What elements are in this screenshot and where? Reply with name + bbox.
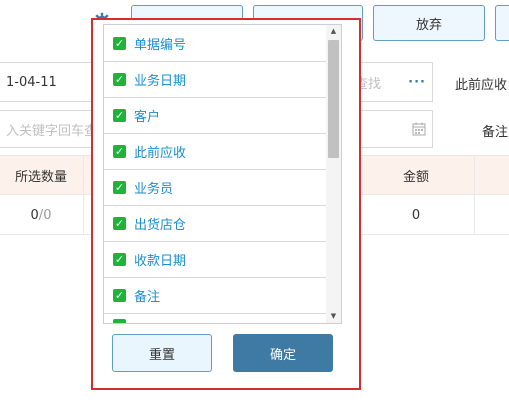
calendar-icon[interactable] [412,122,426,136]
scroll-up-arrow-icon[interactable]: ▲ [326,27,341,35]
column-header-selected-qty[interactable]: 所选数量 [0,155,82,195]
list-item-partial[interactable] [104,313,328,323]
list-item[interactable]: ✓ 业务员 [104,169,328,206]
checkbox-checked-icon[interactable]: ✓ [113,288,126,302]
checkbox-checked-icon[interactable]: ✓ [113,180,126,194]
reset-button[interactable]: 重置 [112,334,212,372]
ellipsis-icon[interactable]: ··· [408,75,426,90]
selected-qty-cell: 0/0 [30,207,52,223]
checkbox-checked-icon[interactable]: ✓ [113,36,126,50]
checkbox-checked-icon[interactable]: ✓ [113,216,126,230]
list-item[interactable]: ✓ 业务日期 [104,61,328,98]
list-item[interactable]: ✓ 备注 [104,277,328,314]
list-item[interactable]: ✓ 客户 [104,97,328,134]
prev-receivable-label: 此前应收 [455,78,508,93]
column-header-amount[interactable]: 金额 [358,155,474,195]
list-item[interactable]: ✓ 单据编号 [104,25,328,62]
keyword-search-input[interactable]: 入关键字回车查找 [0,110,110,148]
remark-label: 备注 [482,125,509,140]
checkbox-checked-icon[interactable]: ✓ [113,108,126,122]
list-item[interactable]: ✓ 此前应收 [104,133,328,170]
discard-button[interactable]: 放弃 [373,5,485,41]
list-item[interactable]: ✓ 收款日期 [104,241,328,278]
confirm-button[interactable]: 确定 [233,334,333,372]
checkbox-checked-icon[interactable]: ✓ [113,72,126,86]
amount-cell: 0 [411,207,421,223]
checkbox-checked-icon[interactable] [113,318,126,323]
checkbox-checked-icon[interactable]: ✓ [113,252,126,266]
list-item[interactable]: ✓ 出货店仓 [104,205,328,242]
scrollbar-thumb[interactable] [328,40,339,158]
toolbar-button-4[interactable] [495,5,509,41]
date-field[interactable]: 1-04-11 [0,62,94,102]
checkbox-checked-icon[interactable]: ✓ [113,144,126,158]
scroll-down-arrow-icon[interactable]: ▼ [326,312,341,320]
date-picker[interactable] [360,110,433,148]
column-chooser-list[interactable]: ✓ 单据编号 ✓ 业务日期 ✓ 客户 ✓ 此前应收 ✓ 业务员 ✓ 出货店仓 ✓… [103,24,342,324]
